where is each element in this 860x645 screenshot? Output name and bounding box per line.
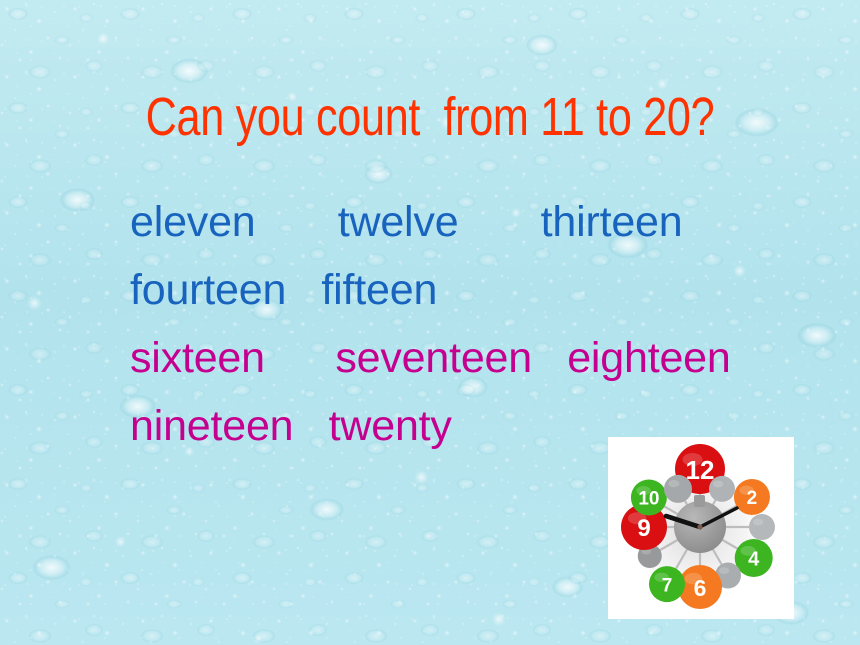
word-line-teens-1: eleven twelve thirteen bbox=[130, 198, 683, 246]
clock-marker-7: 7 bbox=[649, 566, 685, 603]
clock-marker-11 bbox=[664, 474, 692, 503]
clock-ball-highlight-5 bbox=[718, 567, 730, 574]
page-title: Can you count from 11 to 20? bbox=[145, 87, 715, 147]
clock-ball-highlight-11 bbox=[668, 479, 680, 488]
clock-number-4: 4 bbox=[748, 549, 760, 571]
clock-number-6: 6 bbox=[694, 575, 707, 601]
word-line-teens-2: fourteen fifteen bbox=[130, 266, 438, 314]
clock-number-7: 7 bbox=[662, 575, 673, 596]
word-line-teens-3: sixteen seventeen eighteen bbox=[130, 334, 731, 382]
clock-marker-4: 4 bbox=[734, 539, 773, 577]
number-word-list: eleven twelve thirteen fourteen fifteen … bbox=[130, 188, 830, 460]
clock-ball-3 bbox=[749, 514, 775, 540]
clock-number-9: 9 bbox=[637, 515, 650, 542]
clock-ball-highlight-1 bbox=[712, 480, 724, 488]
clock-number-12: 12 bbox=[686, 455, 715, 485]
clock-marker-1 bbox=[709, 475, 735, 502]
clock-marker-2: 2 bbox=[733, 479, 770, 515]
clock-center-pin bbox=[697, 524, 703, 530]
clock-marker-10: 10 bbox=[630, 479, 667, 516]
clock-marker-3 bbox=[749, 514, 775, 540]
slide-canvas: Can you count from 11 to 20? eleven twel… bbox=[0, 0, 860, 645]
clock-hub-stem bbox=[694, 495, 705, 507]
clock-ball-11 bbox=[664, 474, 692, 503]
clock-number-2: 2 bbox=[747, 488, 758, 509]
ball-clock-image: 12 2 4 6 7 9 10 bbox=[608, 437, 794, 619]
clock-number-10: 10 bbox=[638, 489, 659, 510]
ball-clock-svg: 12 2 4 67 9 10 bbox=[608, 437, 794, 619]
clock-ball-1 bbox=[709, 475, 735, 502]
clock-ball-highlight-3 bbox=[752, 518, 764, 526]
